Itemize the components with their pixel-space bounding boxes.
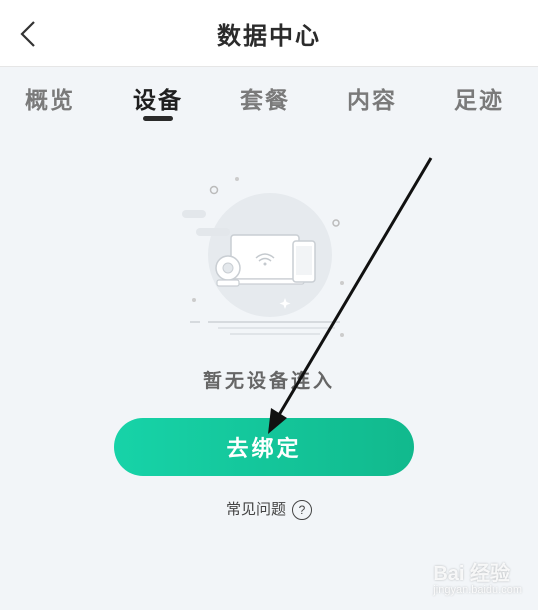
tab-content[interactable]: 内容: [327, 81, 417, 115]
tab-overview[interactable]: 概览: [5, 81, 95, 115]
tab-devices[interactable]: 设备: [113, 81, 203, 115]
watermark-url: jingyan.baidu.com: [433, 584, 522, 596]
tab-footprints[interactable]: 足迹: [434, 81, 524, 115]
go-bind-button[interactable]: 去绑定: [114, 418, 414, 476]
watermark-brand: Bai 经验: [433, 563, 511, 585]
watermark-logo: Bai 经验 jingyan.baidu.com: [433, 557, 522, 596]
empty-state-message: 暂无设备连入: [202, 370, 335, 392]
page-title: 数据中心: [217, 21, 321, 50]
empty-devices-illustration: [182, 177, 344, 337]
active-tab-indicator: [143, 116, 173, 121]
question-circle-icon: ?: [292, 500, 312, 520]
faq-label: 常见问题: [225, 500, 286, 518]
tab-bar: 概览 设备 套餐 内容 足迹: [0, 67, 538, 127]
app-header: 数据中心: [0, 0, 538, 67]
tab-packages[interactable]: 套餐: [220, 81, 310, 115]
faq-link[interactable]: 常见问题?: [0, 498, 538, 520]
